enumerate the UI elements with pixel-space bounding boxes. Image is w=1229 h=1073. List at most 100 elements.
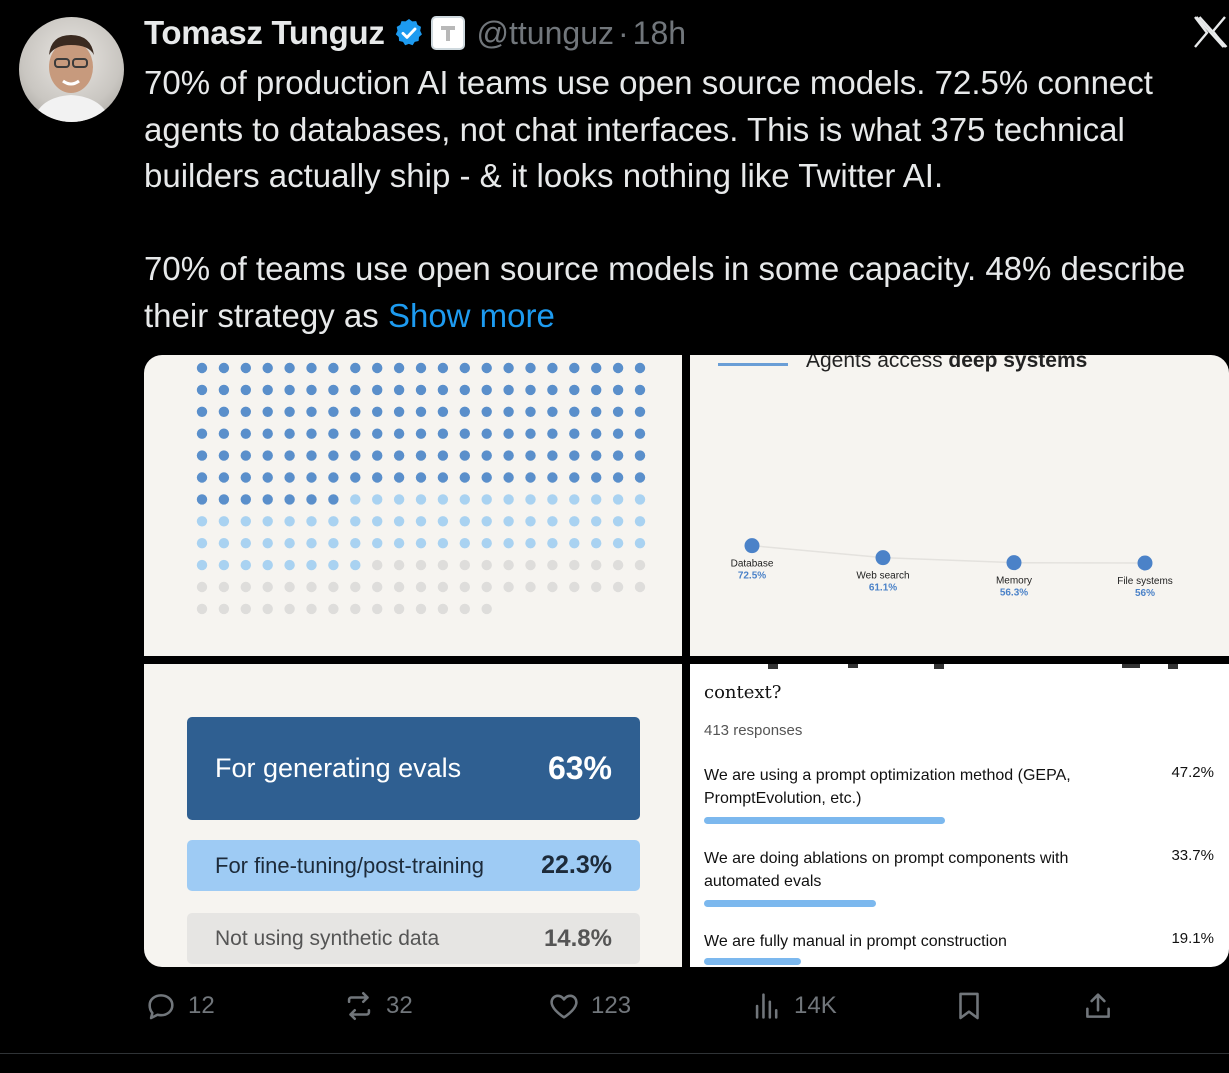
waffle-dot (350, 406, 361, 417)
waffle-dot (591, 450, 602, 461)
header-separator: · (617, 14, 629, 51)
waffle-dot (437, 603, 449, 615)
waffle-dot (525, 559, 536, 571)
chart-category-label: Web search (856, 571, 909, 582)
waffle-dot (328, 406, 339, 417)
waffle-dot (591, 472, 602, 483)
waffle-dot (328, 450, 339, 461)
waffle-dot (481, 603, 492, 615)
waffle-dot (372, 603, 383, 615)
x-logo-icon[interactable] (1192, 14, 1228, 50)
waffle-dot (262, 472, 273, 483)
waffle-dot (481, 559, 492, 571)
waffle-dot (372, 472, 383, 483)
waffle-dot (547, 428, 558, 439)
waffle-dot (525, 538, 536, 549)
waffle-dot (547, 581, 558, 593)
affiliate-badge-icon[interactable] (430, 16, 465, 50)
waffle-dot (481, 362, 492, 374)
waffle-dot (612, 406, 624, 417)
form-option-value: 33.7% (1171, 847, 1214, 864)
waffle-dot (218, 472, 230, 483)
waffle-dot (634, 538, 646, 549)
waffle-dot (240, 516, 251, 527)
waffle-dot (569, 581, 580, 593)
waffle-dot (393, 559, 405, 571)
waffle-dot (503, 559, 514, 571)
waffle-dot (284, 559, 295, 571)
waffle-dot (240, 450, 251, 461)
waffle-dot (415, 494, 427, 505)
waffle-dot (350, 384, 361, 396)
media-line-chart[interactable]: Agents access deep systems Database 72.5%… (690, 355, 1229, 656)
chart-value-label: 61.1% (869, 583, 897, 594)
like-button[interactable]: 123 (547, 985, 631, 1027)
waffle-dot (634, 559, 646, 571)
waffle-dot (634, 406, 646, 417)
waffle-dot (459, 494, 470, 505)
synthetic-option-finetune: For fine-tuning/post-training 22.3% (187, 840, 640, 891)
repost-count: 32 (386, 992, 413, 1019)
waffle-dot (569, 538, 580, 549)
author-handle[interactable]: @ttunguz (477, 15, 614, 52)
verified-badge-icon[interactable] (393, 17, 425, 49)
waffle-dot (284, 516, 295, 527)
media-synthetic-data[interactable]: For generating evals 63% For fine-tuning… (144, 664, 682, 967)
waffle-dot (328, 472, 339, 483)
repost-button[interactable]: 32 (342, 985, 413, 1027)
waffle-dot (262, 384, 273, 396)
heart-icon (550, 994, 578, 1019)
waffle-dot (569, 472, 580, 483)
show-more-link[interactable]: Show more (388, 297, 555, 334)
media-form-results[interactable]: context? 413 responses We are using a pr… (690, 664, 1229, 967)
share-button[interactable] (1081, 985, 1115, 1027)
waffle-dot (240, 581, 251, 593)
waffle-dot (306, 362, 317, 374)
waffle-dot (612, 384, 624, 396)
waffle-dot (634, 472, 646, 483)
waffle-dot (218, 559, 230, 571)
chart-point (744, 538, 760, 554)
waffle-dot (591, 362, 602, 374)
reply-button[interactable]: 12 (144, 985, 215, 1027)
synthetic-label: For generating evals (215, 753, 462, 783)
waffle-dot (437, 516, 449, 527)
waffle-dot (196, 384, 208, 396)
waffle-dot (350, 559, 361, 571)
waffle-dot (459, 472, 470, 483)
post-time[interactable]: 18h (633, 15, 686, 52)
waffle-dot (415, 538, 427, 549)
author-name[interactable]: Tomasz Tunguz (144, 14, 385, 52)
bookmark-button[interactable] (952, 985, 986, 1027)
waffle-dot (328, 538, 339, 549)
waffle-dot (459, 450, 470, 461)
waffle-dot (569, 516, 580, 527)
waffle-dot (481, 581, 492, 593)
waffle-dot (612, 516, 624, 527)
line-chart-svg: Database72.5% Web search61.1% Memory56.3% F… (731, 538, 1173, 599)
avatar[interactable] (19, 17, 124, 122)
waffle-dot (328, 384, 339, 396)
waffle-dot (634, 516, 646, 527)
media-waffle-chart[interactable] (144, 355, 682, 656)
waffle-dot (284, 472, 295, 483)
waffle-dot (459, 538, 470, 549)
waffle-dot (481, 538, 492, 549)
waffle-dot (569, 450, 580, 461)
divider (0, 1053, 1229, 1054)
waffle-dot (569, 362, 580, 374)
waffle-dot (393, 494, 405, 505)
waffle-dot (218, 406, 230, 417)
chart-series-line (751, 544, 1146, 564)
waffle-dot (437, 494, 449, 505)
waffle-dot (372, 384, 383, 396)
waffle-dot (525, 450, 536, 461)
waffle-dot (459, 406, 470, 417)
waffle-dot (415, 428, 427, 439)
views-button[interactable]: 14K (750, 985, 837, 1027)
waffle-dot (612, 428, 624, 439)
waffle-dot (503, 428, 514, 439)
waffle-dot (328, 362, 339, 374)
synthetic-label: For fine-tuning/post-training (215, 852, 485, 878)
chart-point (1137, 555, 1153, 571)
